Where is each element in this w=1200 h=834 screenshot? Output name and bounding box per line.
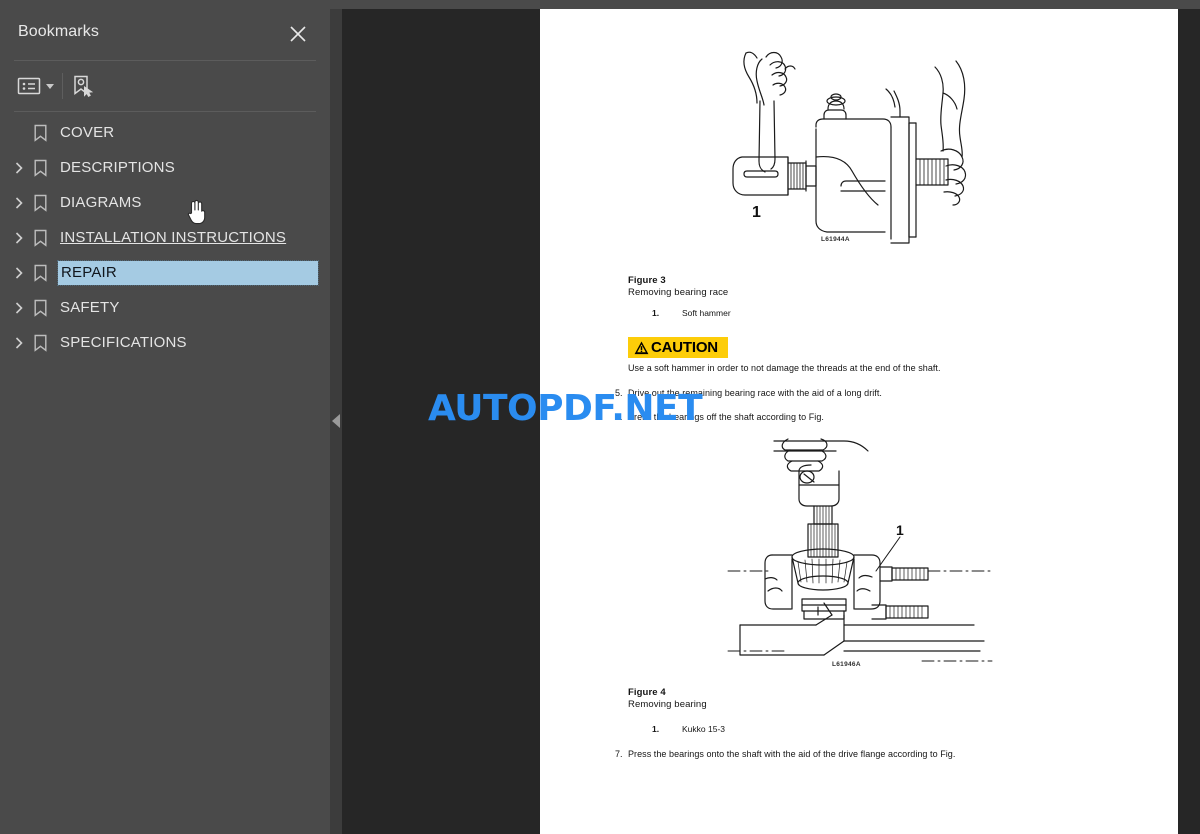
mouse-cursor-hand-icon [185, 199, 207, 225]
svg-text:1: 1 [896, 522, 904, 538]
svg-text:1: 1 [752, 204, 761, 221]
bookmark-icon [33, 159, 48, 177]
chevron-right-icon[interactable] [12, 266, 26, 280]
bookmark-icon [33, 264, 48, 282]
figure-4-callout-text: Kukko 15-3 [682, 724, 725, 734]
chevron-down-icon [46, 83, 54, 89]
figure-3-subtitle: Removing bearing race [628, 287, 729, 298]
list-options-icon[interactable] [17, 71, 54, 101]
chevron-right-icon[interactable] [12, 336, 26, 350]
new-bookmark-icon[interactable] [71, 71, 93, 101]
figure-4-code: L61946A [832, 661, 861, 668]
figure-4-subtitle: Removing bearing [628, 699, 707, 710]
bookmark-icon [33, 124, 48, 142]
bookmark-item-installation-instructions[interactable]: INSTALLATION INSTRUCTIONS [0, 220, 330, 255]
close-icon[interactable] [286, 22, 310, 46]
bookmark-item-specifications[interactable]: SPECIFICATIONS [0, 325, 330, 360]
figure-3-illustration: 1 L61944A [540, 31, 1178, 256]
window-top-chrome [0, 0, 1200, 9]
bookmark-item-safety[interactable]: SAFETY [0, 290, 330, 325]
bookmark-item-diagrams[interactable]: DIAGRAMS [0, 185, 330, 220]
figure-3-code: L61944A [821, 236, 850, 243]
chevron-right-icon[interactable] [12, 231, 26, 245]
caution-description: Use a soft hammer in order to not damage… [628, 363, 941, 373]
figure-3-callout-number: 1. [652, 308, 660, 318]
caution-banner: CAUTION [628, 337, 728, 358]
watermark-text: AUTOPDF.NET [428, 388, 703, 429]
collapse-left-arrow-icon [332, 414, 340, 428]
chevron-right-icon[interactable] [12, 161, 26, 175]
panel-collapse-handle[interactable] [330, 9, 342, 834]
step-number: 7. [615, 749, 623, 759]
figure-4-title: Figure 4 [628, 687, 666, 698]
bookmarks-panel: Bookmarks COVER DESCRIPTIONS DIAGRAMS IN… [0, 9, 330, 834]
bookmark-icon [33, 334, 48, 352]
bookmark-item-label: DIAGRAMS [60, 193, 142, 211]
bookmark-item-label: INSTALLATION INSTRUCTIONS [60, 228, 287, 246]
figure-4-illustration: 1 L61946A [540, 429, 1178, 679]
divider-top [14, 60, 316, 61]
caution-label: CAUTION [651, 339, 718, 356]
bookmark-item-label: SAFETY [60, 298, 120, 316]
figure-3-title: Figure 3 [628, 275, 666, 286]
chevron-right-icon[interactable] [12, 301, 26, 315]
bookmark-tree: COVER DESCRIPTIONS DIAGRAMS INSTALLATION… [0, 115, 330, 360]
chevron-right-icon[interactable] [12, 196, 26, 210]
bookmark-item-repair[interactable]: REPAIR [0, 255, 330, 290]
page-title: Bookmarks [18, 23, 99, 40]
step-item-7: 7. Press the bearings onto the shaft with… [615, 749, 955, 759]
toolbar-separator [62, 73, 63, 99]
figure-4-callout-number: 1. [652, 724, 660, 734]
bookmark-icon [33, 194, 48, 212]
bookmark-item-label: SPECIFICATIONS [60, 333, 187, 351]
bookmark-icon [33, 229, 48, 247]
step-text: Press the bearings onto the shaft with t… [628, 749, 956, 759]
bookmark-item-descriptions[interactable]: DESCRIPTIONS [0, 150, 330, 185]
warning-triangle-icon [634, 341, 649, 354]
bookmark-item-label: DESCRIPTIONS [60, 158, 175, 176]
divider-toolbar [14, 111, 316, 112]
bookmark-item-cover[interactable]: COVER [0, 115, 330, 150]
bookmark-item-label: COVER [60, 123, 115, 141]
bookmarks-toolbar [0, 67, 330, 107]
bookmark-icon [33, 299, 48, 317]
bookmarks-panel-header: Bookmarks [0, 9, 330, 59]
figure-3-callout-text: Soft hammer [682, 308, 731, 318]
bookmark-item-label: REPAIR [57, 259, 319, 286]
